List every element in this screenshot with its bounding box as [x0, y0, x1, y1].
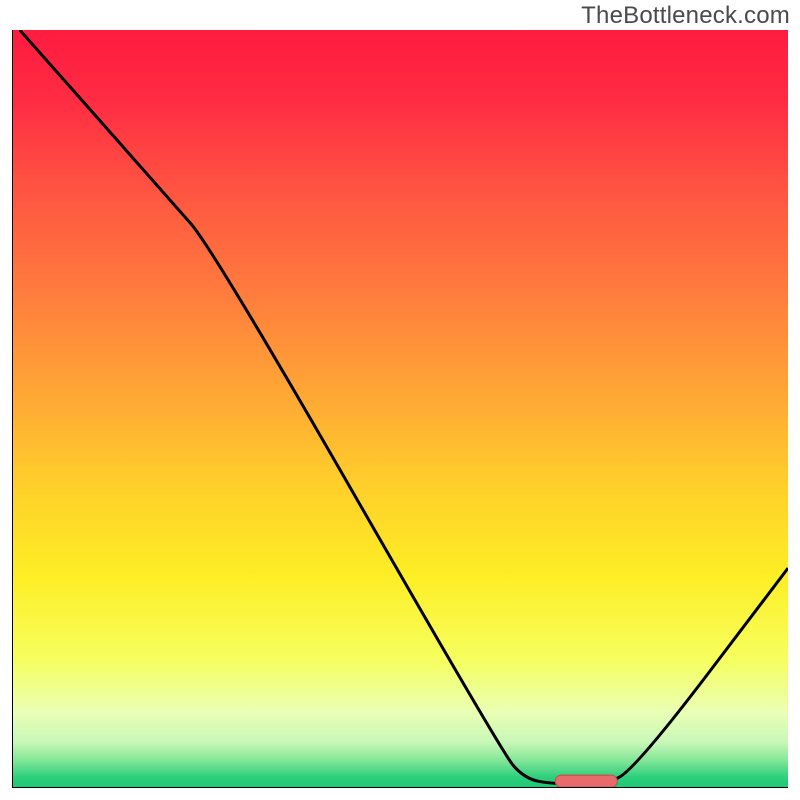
gradient-background: [12, 30, 788, 788]
optimum-marker: [555, 775, 617, 787]
watermark-label: TheBottleneck.com: [581, 2, 790, 30]
chart-svg: [12, 30, 788, 788]
chart-plot-area: [12, 30, 788, 788]
